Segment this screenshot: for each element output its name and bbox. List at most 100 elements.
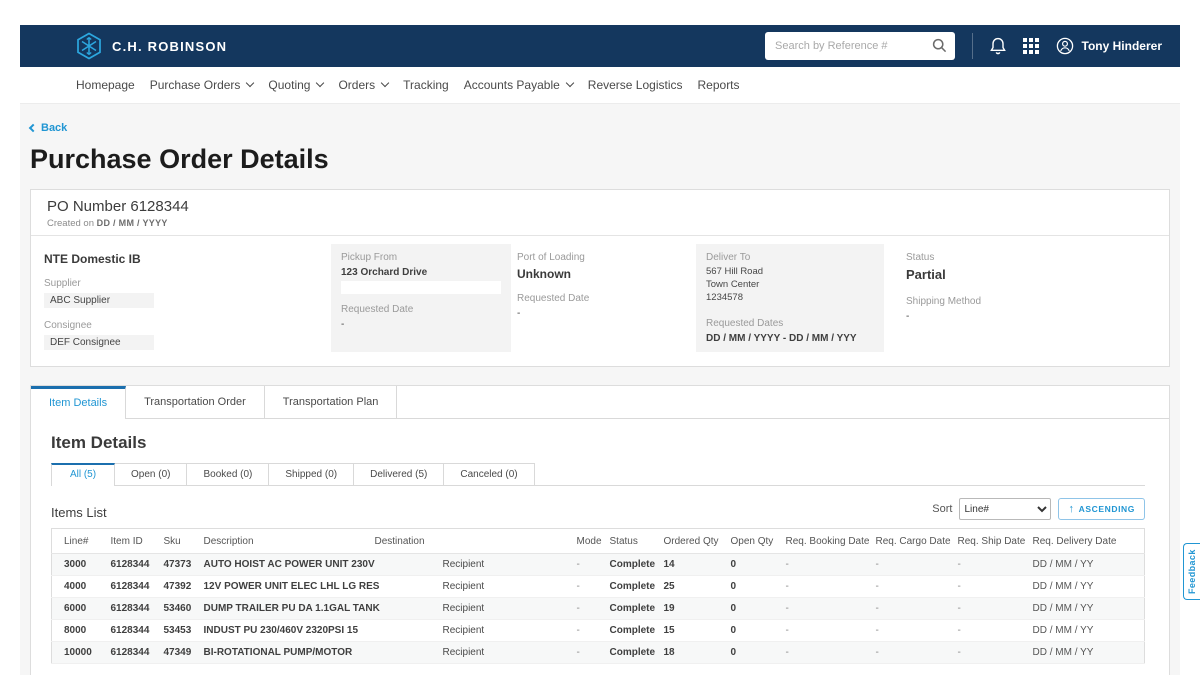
chevron-down-icon bbox=[316, 79, 324, 87]
filter-booked[interactable]: Booked (0) bbox=[187, 463, 269, 486]
tab-transportation-order[interactable]: Transportation Order bbox=[126, 386, 265, 419]
cell-destination: Recipient bbox=[371, 620, 573, 642]
nav-homepage[interactable]: Homepage bbox=[76, 78, 135, 92]
pickup-from-value: 123 Orchard Drive bbox=[341, 267, 501, 278]
filter-all[interactable]: All (5) bbox=[51, 463, 115, 486]
po-summary-card: PO Number 6128344 Created on DD / MM / Y… bbox=[30, 189, 1170, 367]
port-requested-date-value: - bbox=[517, 308, 696, 319]
items-table-body: 3000 6128344 47373 AUTO HOIST AC POWER U… bbox=[52, 554, 1145, 664]
cell-sku: 47392 bbox=[160, 576, 200, 598]
filter-shipped[interactable]: Shipped (0) bbox=[269, 463, 354, 486]
col-req-cargo-date[interactable]: Req. Cargo Date bbox=[872, 529, 954, 554]
cell-line-number: 3000 bbox=[52, 554, 107, 576]
cell-req-ship-date: - bbox=[954, 598, 1029, 620]
shipping-method-value: - bbox=[906, 311, 1156, 322]
po-summary-header: PO Number 6128344 Created on DD / MM / Y… bbox=[31, 190, 1169, 236]
pickup-requested-date-label: Requested Date bbox=[341, 304, 501, 315]
supplier-value: ABC Supplier bbox=[44, 293, 154, 308]
sort-select[interactable]: Line# bbox=[959, 498, 1051, 520]
nav-item-label: Quoting bbox=[268, 78, 310, 92]
table-row[interactable]: 8000 6128344 53453 INDUST PU 230/460V 23… bbox=[52, 620, 1145, 642]
user-menu[interactable]: Tony Hinderer bbox=[1056, 37, 1162, 55]
cell-req-booking-date: - bbox=[782, 620, 872, 642]
cell-req-ship-date: - bbox=[954, 576, 1029, 598]
nav-item-label: Reverse Logistics bbox=[588, 78, 683, 92]
col-destination[interactable]: Destination bbox=[371, 529, 573, 554]
consignee-value: DEF Consignee bbox=[44, 335, 154, 350]
col-description[interactable]: Description bbox=[200, 529, 371, 554]
ascending-sort-button[interactable]: ↑ ASCENDING bbox=[1058, 498, 1145, 520]
cell-status: Complete bbox=[606, 576, 660, 598]
nav-reverse-logistics[interactable]: Reverse Logistics bbox=[588, 78, 683, 92]
requested-dates-label: Requested Dates bbox=[706, 318, 874, 329]
table-row[interactable]: 3000 6128344 47373 AUTO HOIST AC POWER U… bbox=[52, 554, 1145, 576]
cell-status: Complete bbox=[606, 598, 660, 620]
cell-item-id: 6128344 bbox=[107, 642, 160, 664]
nav-tracking[interactable]: Tracking bbox=[403, 78, 449, 92]
table-row[interactable]: 10000 6128344 47349 BI-ROTATIONAL PUMP/M… bbox=[52, 642, 1145, 664]
tab-transportation-plan[interactable]: Transportation Plan bbox=[265, 386, 398, 419]
pickup-from-label: Pickup From bbox=[341, 252, 501, 263]
cell-status: Complete bbox=[606, 620, 660, 642]
cell-sku: 47373 bbox=[160, 554, 200, 576]
status-value: Partial bbox=[906, 267, 1156, 282]
nav-item-label: Accounts Payable bbox=[464, 78, 560, 92]
apps-grid-icon[interactable] bbox=[1023, 38, 1039, 54]
item-status-filters: All (5) Open (0) Booked (0) Shipped (0) … bbox=[51, 463, 1145, 486]
cell-mode: - bbox=[573, 620, 606, 642]
cell-ordered-qty: 15 bbox=[660, 620, 727, 642]
cell-ordered-qty: 25 bbox=[660, 576, 727, 598]
deliver-to-panel: Deliver To 567 Hill Road Town Center 123… bbox=[696, 244, 884, 352]
tabs-filler bbox=[397, 386, 1169, 419]
nav-reports[interactable]: Reports bbox=[698, 78, 740, 92]
cell-description: DUMP TRAILER PU DA 1.1GAL TANK bbox=[200, 598, 371, 620]
page-title: Purchase Order Details bbox=[30, 144, 1170, 175]
tab-item-details[interactable]: Item Details bbox=[31, 386, 126, 419]
col-req-ship-date[interactable]: Req. Ship Date bbox=[954, 529, 1029, 554]
supplier-label: Supplier bbox=[44, 278, 331, 289]
cell-req-delivery-date: DD / MM / YY bbox=[1029, 620, 1145, 642]
filter-delivered[interactable]: Delivered (5) bbox=[354, 463, 444, 486]
arrow-up-icon: ↑ bbox=[1068, 503, 1074, 515]
main-nav: Homepage Purchase Orders Quoting Orders … bbox=[20, 67, 1180, 104]
nav-quoting[interactable]: Quoting bbox=[268, 78, 323, 92]
cell-req-cargo-date: - bbox=[872, 598, 954, 620]
cell-req-booking-date: - bbox=[782, 642, 872, 664]
brand-logo[interactable]: C.H. ROBINSON bbox=[76, 32, 227, 60]
col-req-delivery-date[interactable]: Req. Delivery Date bbox=[1029, 529, 1145, 554]
cell-req-ship-date: - bbox=[954, 642, 1029, 664]
col-sku[interactable]: Sku bbox=[160, 529, 200, 554]
nav-accounts-payable[interactable]: Accounts Payable bbox=[464, 78, 573, 92]
table-row[interactable]: 4000 6128344 47392 12V POWER UNIT ELEC L… bbox=[52, 576, 1145, 598]
sort-label: Sort bbox=[932, 503, 952, 515]
col-req-booking-date[interactable]: Req. Booking Date bbox=[782, 529, 872, 554]
filter-canceled[interactable]: Canceled (0) bbox=[444, 463, 534, 486]
col-line-number[interactable]: Line# bbox=[52, 529, 107, 554]
cell-ordered-qty: 19 bbox=[660, 598, 727, 620]
cell-req-cargo-date: - bbox=[872, 576, 954, 598]
nav-orders[interactable]: Orders bbox=[338, 78, 388, 92]
nav-purchase-orders[interactable]: Purchase Orders bbox=[150, 78, 254, 92]
search-input[interactable] bbox=[765, 32, 955, 60]
col-mode[interactable]: Mode bbox=[573, 529, 606, 554]
feedback-button[interactable]: Feedback bbox=[1183, 543, 1200, 600]
col-item-id[interactable]: Item ID bbox=[107, 529, 160, 554]
cell-req-booking-date: - bbox=[782, 554, 872, 576]
po-summary-columns: NTE Domestic IB Supplier ABC Supplier Co… bbox=[31, 236, 1169, 366]
col-ordered-qty[interactable]: Ordered Qty bbox=[660, 529, 727, 554]
col-status[interactable]: Status bbox=[606, 529, 660, 554]
cell-req-cargo-date: - bbox=[872, 620, 954, 642]
cell-open-qty: 0 bbox=[727, 598, 782, 620]
notifications-bell-icon[interactable] bbox=[990, 37, 1006, 55]
table-row[interactable]: 6000 6128344 53460 DUMP TRAILER PU DA 1.… bbox=[52, 598, 1145, 620]
po-parties-column: NTE Domestic IB Supplier ABC Supplier Co… bbox=[44, 244, 331, 352]
back-link[interactable]: Back bbox=[30, 122, 67, 134]
cell-req-cargo-date: - bbox=[872, 554, 954, 576]
cell-req-delivery-date: DD / MM / YY bbox=[1029, 598, 1145, 620]
app-shell: C.H. ROBINSON bbox=[20, 25, 1180, 675]
cell-req-ship-date: - bbox=[954, 554, 1029, 576]
filter-open[interactable]: Open (0) bbox=[115, 463, 187, 486]
search-icon[interactable] bbox=[932, 38, 947, 53]
chevron-down-icon bbox=[566, 79, 574, 87]
col-open-qty[interactable]: Open Qty bbox=[727, 529, 782, 554]
